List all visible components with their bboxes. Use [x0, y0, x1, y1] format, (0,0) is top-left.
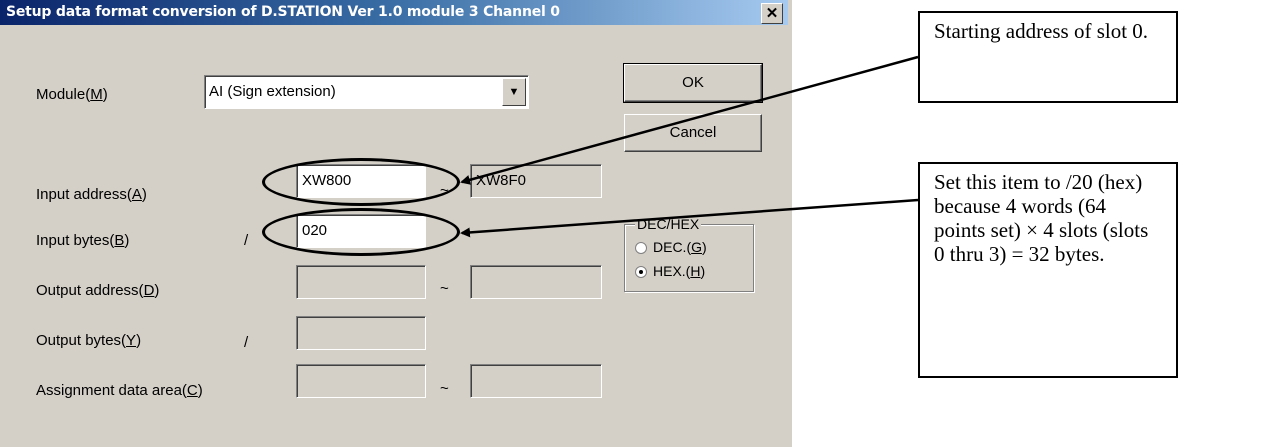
input-address-label: Input address(A)	[36, 186, 147, 203]
output-address-label: Output address(D)	[36, 282, 160, 299]
assignment-area-from-field	[296, 364, 426, 398]
close-button[interactable]: ✕	[761, 3, 783, 24]
output-address-to-field	[470, 265, 602, 299]
hex-radio[interactable]	[635, 266, 647, 278]
dechex-group: DEC/HEX DEC.(G) HEX.(H)	[624, 216, 754, 292]
input-address-tilde: ~	[440, 182, 449, 199]
assignment-area-to-field	[470, 364, 602, 398]
callout-slot-address: Starting address of slot 0.	[918, 11, 1178, 103]
dec-radio-label: DEC.(G)	[653, 239, 707, 255]
callout-input-bytes: Set this item to /20 (hex) because 4 wor…	[918, 162, 1178, 378]
cancel-button[interactable]: Cancel	[624, 114, 762, 152]
input-bytes-slash: /	[244, 232, 249, 249]
module-select[interactable]: AI (Sign extension) ▼	[204, 75, 529, 109]
dialog-window: Setup data format conversion of D.STATIO…	[0, 0, 792, 447]
input-address-to-field: XW8F0	[470, 164, 602, 198]
output-address-from-field	[296, 265, 426, 299]
assignment-area-label: Assignment data area(C)	[36, 382, 203, 399]
close-icon: ✕	[765, 5, 779, 22]
module-select-value: AI (Sign extension)	[209, 83, 336, 100]
assignment-area-tilde: ~	[440, 380, 449, 397]
input-address-from-field[interactable]: XW800	[296, 164, 426, 198]
input-bytes-field[interactable]: 020	[296, 214, 426, 248]
output-bytes-label: Output bytes(Y)	[36, 332, 142, 349]
dialog-title: Setup data format conversion of D.STATIO…	[6, 4, 560, 20]
title-bar: Setup data format conversion of D.STATIO…	[0, 0, 788, 25]
ok-button[interactable]: OK	[623, 63, 763, 103]
input-bytes-label: Input bytes(B)	[36, 232, 130, 249]
output-bytes-field	[296, 316, 426, 350]
chevron-down-icon[interactable]: ▼	[502, 78, 526, 106]
dec-radio[interactable]	[635, 242, 647, 254]
hex-radio-label: HEX.(H)	[653, 263, 706, 279]
output-bytes-slash: /	[244, 334, 249, 351]
output-address-tilde: ~	[440, 280, 449, 297]
module-label: Module(M)	[36, 86, 108, 103]
dechex-group-title: DEC/HEX	[635, 216, 702, 232]
